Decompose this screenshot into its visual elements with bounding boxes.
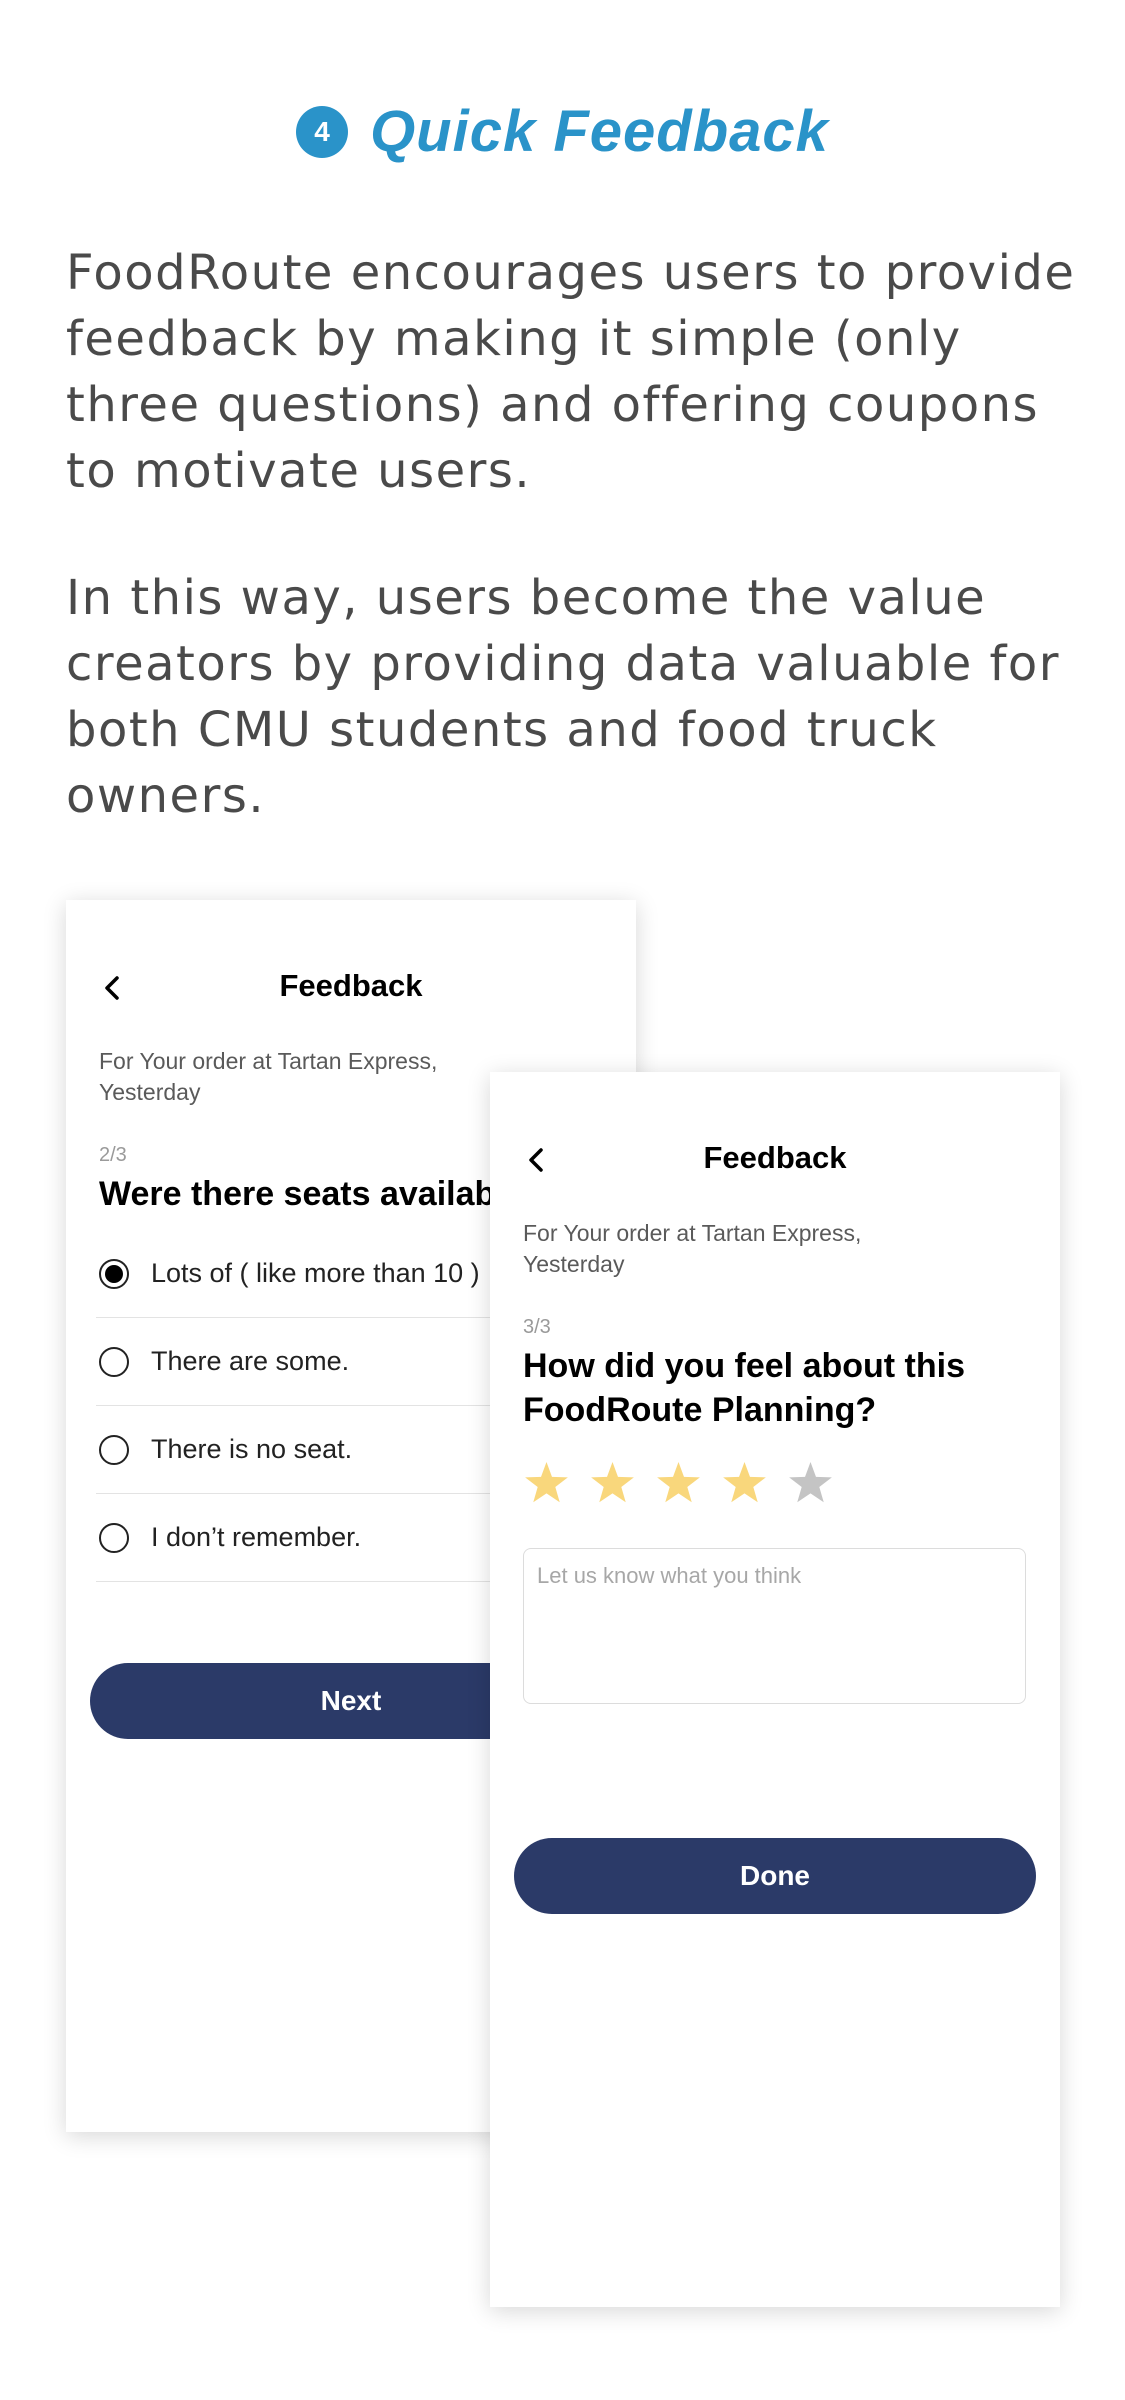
star-rating	[523, 1460, 834, 1507]
step-indicator: 3/3	[523, 1316, 551, 1338]
section-title: Quick Feedback	[370, 99, 829, 164]
radio-button[interactable]	[99, 1258, 129, 1289]
nav-bar: Feedback	[490, 1140, 1060, 1180]
done-button[interactable]: Done	[514, 1838, 1036, 1914]
radio-button[interactable]	[99, 1346, 129, 1377]
star-empty-icon[interactable]	[787, 1460, 834, 1507]
option-label: There are some.	[151, 1346, 350, 1376]
question-text: How did you feel about this FoodRoute Pl…	[523, 1347, 965, 1429]
feedback-input[interactable]	[523, 1548, 1026, 1704]
option-label: There is no seat.	[151, 1434, 353, 1464]
order-info: For Your order at Tartan Express, Yester…	[99, 1048, 438, 1105]
value-paragraph: In this way, users become the value crea…	[66, 570, 1061, 824]
order-info: For Your order at Tartan Express, Yester…	[523, 1220, 862, 1277]
star-filled-icon[interactable]	[655, 1460, 702, 1507]
star-filled-icon[interactable]	[589, 1460, 636, 1507]
feedback-screen-question-3: Feedback For Your order at Tartan Expres…	[490, 1072, 1060, 2307]
step-number-badge: 4	[296, 105, 349, 158]
star-filled-icon[interactable]	[721, 1460, 768, 1507]
option-label: Lots of ( like more than 10 )	[151, 1258, 480, 1288]
section-header: 4 Quick Feedback	[0, 98, 1125, 165]
option-label: I don’t remember.	[151, 1522, 362, 1552]
step-indicator: 2/3	[99, 1144, 127, 1166]
star-filled-icon[interactable]	[523, 1460, 570, 1507]
intro-paragraph: FoodRoute encourages users to provide fe…	[66, 245, 1076, 499]
nav-bar: Feedback	[66, 968, 636, 1008]
radio-button[interactable]	[99, 1522, 129, 1553]
radio-button[interactable]	[99, 1434, 129, 1465]
nav-title: Feedback	[279, 968, 423, 1003]
nav-title: Feedback	[703, 1140, 847, 1175]
